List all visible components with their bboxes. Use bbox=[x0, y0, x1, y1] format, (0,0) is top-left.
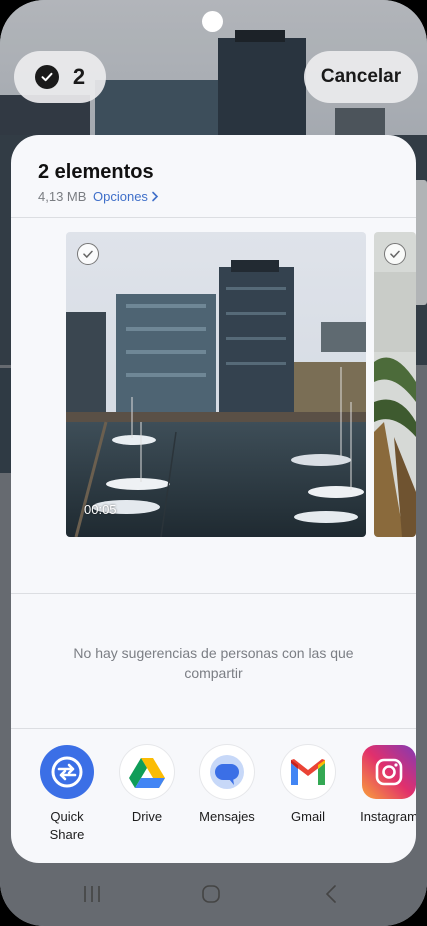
quick-share-icon bbox=[40, 745, 94, 799]
camera-cutout bbox=[202, 11, 223, 32]
messages-icon bbox=[200, 745, 254, 799]
screen: 2 Cancelar 2 elementos 4,13 MB Opciones bbox=[0, 0, 427, 926]
selection-count: 2 bbox=[72, 64, 86, 89]
share-sheet: 2 elementos 4,13 MB Opciones 00:05 No ha… bbox=[11, 135, 416, 863]
divider bbox=[11, 593, 416, 594]
app-instagram[interactable]: Instagram bbox=[349, 745, 416, 826]
app-label: Quick Share bbox=[49, 809, 85, 842]
share-apps-row: Quick Share Drive Mensajes Gmail Instagr… bbox=[11, 745, 416, 863]
app-gmail[interactable]: Gmail bbox=[268, 745, 348, 826]
app-messages[interactable]: Mensajes bbox=[187, 745, 267, 826]
app-label: Drive bbox=[131, 809, 163, 824]
chevron-right-icon bbox=[152, 191, 159, 202]
divider bbox=[11, 217, 416, 218]
divider bbox=[11, 728, 416, 729]
no-suggestions-text: No hay sugerencias de personas con las q… bbox=[73, 645, 354, 681]
total-size: 4,13 MB bbox=[38, 189, 87, 204]
recents-icon[interactable] bbox=[82, 884, 102, 904]
back-icon[interactable] bbox=[322, 884, 342, 904]
instagram-icon bbox=[362, 745, 416, 799]
sheet-title: 2 elementos bbox=[38, 161, 154, 183]
video-duration: 00:05 bbox=[84, 502, 117, 517]
app-quick-share[interactable]: Quick Share bbox=[27, 745, 107, 844]
cancel-button[interactable]: Cancelar bbox=[304, 51, 418, 103]
select-checkbox[interactable] bbox=[384, 243, 406, 265]
selection-count-button[interactable]: 2 bbox=[14, 51, 106, 103]
app-label: Mensajes bbox=[199, 809, 255, 824]
plant-image bbox=[374, 232, 416, 537]
options-label: Opciones bbox=[93, 189, 148, 204]
drive-icon bbox=[120, 745, 174, 799]
home-icon[interactable] bbox=[201, 884, 221, 904]
gmail-icon bbox=[281, 745, 335, 799]
app-label: Instagram bbox=[360, 809, 416, 824]
options-link[interactable]: Opciones bbox=[93, 189, 159, 204]
app-label: Gmail bbox=[291, 809, 325, 824]
media-thumbnail[interactable]: 00:05 bbox=[66, 232, 366, 537]
media-thumbnail[interactable] bbox=[374, 232, 416, 537]
select-checkbox[interactable] bbox=[77, 243, 99, 265]
check-icon bbox=[34, 65, 59, 89]
navigation-bar bbox=[0, 870, 427, 926]
app-drive[interactable]: Drive bbox=[107, 745, 187, 826]
harbor-video-image bbox=[66, 232, 366, 537]
